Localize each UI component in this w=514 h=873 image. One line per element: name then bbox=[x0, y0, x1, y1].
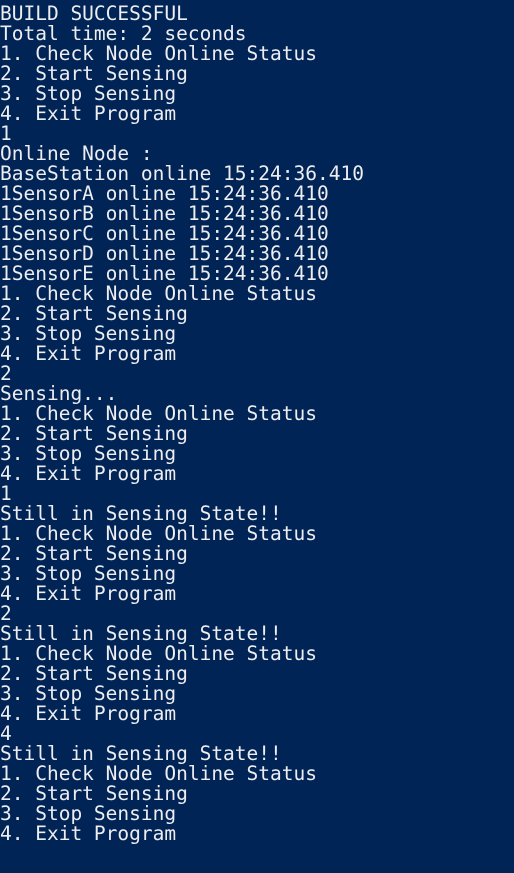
console-line: 3. Stop Sensing bbox=[0, 802, 177, 825]
console-line: 2 bbox=[0, 602, 12, 625]
console-line: Total time: 2 seconds bbox=[0, 22, 247, 45]
console-line: 1. Check Node Online Status bbox=[0, 642, 317, 665]
console-line: 1SensorB online 15:24:36.410 bbox=[0, 202, 329, 225]
console-line: Still in Sensing State!! bbox=[0, 742, 282, 765]
console-line: 3. Stop Sensing bbox=[0, 82, 177, 105]
console-line: Sensing... bbox=[0, 382, 118, 405]
console-line: BUILD SUCCESSFUL bbox=[0, 2, 188, 25]
console-line: 2 bbox=[0, 362, 12, 385]
console-line: 4. Exit Program bbox=[0, 822, 177, 845]
console-line: Still in Sensing State!! bbox=[0, 622, 282, 645]
console-line: 3. Stop Sensing bbox=[0, 322, 177, 345]
console-line: Online Node : bbox=[0, 142, 153, 165]
console-line: 2. Start Sensing bbox=[0, 62, 188, 85]
console-line: 1. Check Node Online Status bbox=[0, 282, 317, 305]
console-line: 3. Stop Sensing bbox=[0, 682, 177, 705]
console-line: 4 bbox=[0, 722, 12, 745]
console-line: 1SensorE online 15:24:36.410 bbox=[0, 262, 329, 285]
console-line: 3. Stop Sensing bbox=[0, 562, 177, 585]
console-line: 1. Check Node Online Status bbox=[0, 762, 317, 785]
console-line: 4. Exit Program bbox=[0, 462, 177, 485]
console-line: 1SensorA online 15:24:36.410 bbox=[0, 182, 329, 205]
console-line: 4. Exit Program bbox=[0, 102, 177, 125]
console-line: 1. Check Node Online Status bbox=[0, 402, 317, 425]
console-line: 1SensorC online 15:24:36.410 bbox=[0, 222, 329, 245]
console-line: 2. Start Sensing bbox=[0, 782, 188, 805]
console-line: 1SensorD online 15:24:36.410 bbox=[0, 242, 329, 265]
console-line: 4. Exit Program bbox=[0, 342, 177, 365]
console-line: 1. Check Node Online Status bbox=[0, 522, 317, 545]
console-line: 1 bbox=[0, 482, 12, 505]
console-line: Still in Sensing State!! bbox=[0, 502, 282, 525]
console-line: 1. Check Node Online Status bbox=[0, 42, 317, 65]
console-line: 4. Exit Program bbox=[0, 702, 177, 725]
console-line: 4. Exit Program bbox=[0, 582, 177, 605]
console-line: 2. Start Sensing bbox=[0, 662, 188, 685]
console-line: 1 bbox=[0, 122, 12, 145]
console-line: 3. Stop Sensing bbox=[0, 442, 177, 465]
console-line: 2. Start Sensing bbox=[0, 302, 188, 325]
console-line: 2. Start Sensing bbox=[0, 542, 188, 565]
console-output[interactable]: BUILD SUCCESSFUL Total time: 2 seconds 1… bbox=[0, 0, 514, 873]
console-line: 2. Start Sensing bbox=[0, 422, 188, 445]
console-line: BaseStation online 15:24:36.410 bbox=[0, 162, 364, 185]
